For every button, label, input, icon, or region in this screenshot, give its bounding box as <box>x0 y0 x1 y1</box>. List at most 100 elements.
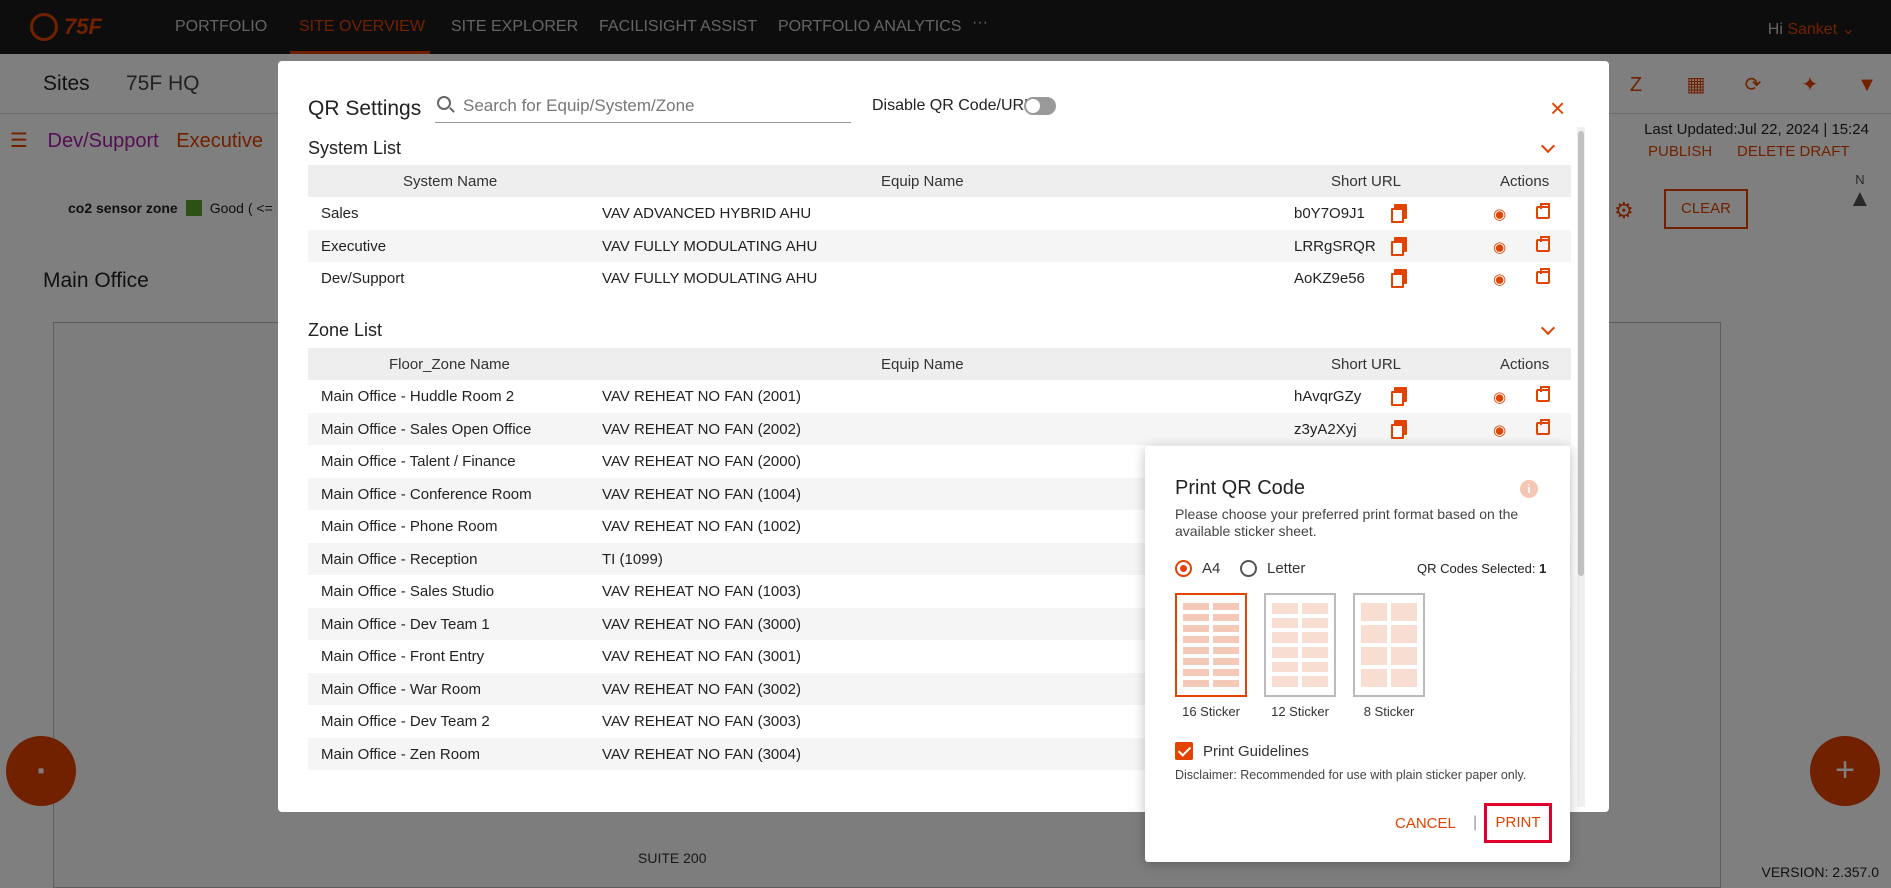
row-name: Main Office - Conference Room <box>321 485 532 503</box>
eye-icon[interactable]: ◉ <box>1493 238 1506 256</box>
table-row[interactable]: Dev/Support VAV FULLY MODULATING AHU AoKZ9… <box>308 262 1571 294</box>
printer-icon[interactable] <box>1536 418 1550 435</box>
table-row[interactable]: Sales VAV ADVANCED HYBRID AHU b0Y7O9J1 ◉ <box>308 197 1571 229</box>
col-floor-zone-name: Floor_Zone Name <box>389 356 510 373</box>
row-equip-name: VAV REHEAT NO FAN (3003) <box>602 713 801 730</box>
row-equip-name: VAV REHEAT NO FAN (1004) <box>602 485 801 503</box>
print-button[interactable]: PRINT <box>1484 803 1552 843</box>
table-row[interactable]: Executive VAV FULLY MODULATING AHU LRRgSRQ… <box>308 229 1571 262</box>
row-name: Main Office - Talent / Finance <box>321 453 516 470</box>
print-guidelines-checkbox[interactable] <box>1175 742 1193 760</box>
row-equip-name: VAV REHEAT NO FAN (1002) <box>602 518 801 535</box>
table-row[interactable]: Main Office - Huddle Room 2 VAV REHEAT NO… <box>308 380 1571 412</box>
row-name: Main Office - Dev Team 2 <box>321 713 490 730</box>
row-equip-name: VAV REHEAT NO FAN (3000) <box>602 615 801 633</box>
row-name: Main Office - Zen Room <box>321 745 480 763</box>
eye-icon[interactable]: ◉ <box>1493 270 1506 288</box>
close-icon[interactable]: × <box>1550 95 1565 121</box>
row-equip-name: VAV REHEAT NO FAN (3002) <box>602 680 801 698</box>
col-equip-name: Equip Name <box>881 356 964 373</box>
row-equip-name: VAV ADVANCED HYBRID AHU <box>602 205 812 222</box>
row-equip-name: VAV REHEAT NO FAN (2000) <box>602 453 801 470</box>
col-actions: Actions <box>1500 356 1550 373</box>
row-name: Main Office - Dev Team 1 <box>321 615 490 633</box>
row-equip-name: VAV REHEAT NO FAN (2001) <box>602 388 801 405</box>
copy-icon[interactable] <box>1391 387 1407 406</box>
row-name: Main Office - Front Entry <box>321 648 485 665</box>
copy-icon[interactable] <box>1391 419 1407 439</box>
chevron-down-icon[interactable] <box>1540 138 1556 154</box>
row-equip-name: VAV REHEAT NO FAN (3001) <box>602 648 801 665</box>
col-equip-name: Equip Name <box>881 173 964 190</box>
row-equip-name: VAV REHEAT NO FAN (2002) <box>602 420 801 438</box>
radio-a4-label[interactable]: A4 <box>1202 560 1220 577</box>
disclaimer-text: Disclaimer: Recommended for use with pla… <box>1175 768 1527 782</box>
search-icon <box>437 96 451 110</box>
copy-icon[interactable] <box>1391 236 1407 256</box>
eye-icon[interactable]: ◉ <box>1493 205 1506 223</box>
printer-icon[interactable] <box>1536 386 1550 402</box>
print-qr-dialog: Print QR Code i Please choose your prefe… <box>1145 446 1570 862</box>
sheet-16-label: 16 Sticker <box>1182 704 1240 719</box>
col-actions: Actions <box>1500 173 1550 190</box>
sheet-16-sticker[interactable] <box>1175 593 1247 697</box>
qr-selected-label: QR Codes Selected: <box>1417 561 1536 576</box>
button-separator: | <box>1473 814 1478 831</box>
copy-icon[interactable] <box>1391 204 1407 223</box>
chevron-down-icon[interactable] <box>1540 320 1556 336</box>
row-equip-name: TI (1099) <box>602 550 663 568</box>
eye-icon[interactable]: ◉ <box>1493 421 1506 439</box>
print-guidelines-label[interactable]: Print Guidelines <box>1203 743 1309 760</box>
qr-codes-selected: QR Codes Selected: 1 <box>1417 561 1546 576</box>
eye-icon[interactable]: ◉ <box>1493 388 1506 406</box>
sheet-12-label: 12 Sticker <box>1271 704 1329 719</box>
row-name: Main Office - Reception <box>321 550 478 568</box>
search-input[interactable] <box>463 93 843 119</box>
print-dialog-title: Print QR Code <box>1175 477 1306 499</box>
cancel-button[interactable]: CANCEL <box>1395 815 1456 832</box>
info-icon[interactable]: i <box>1520 480 1538 498</box>
row-equip-name: VAV REHEAT NO FAN (3004) <box>602 745 801 763</box>
row-short-url[interactable]: b0Y7O9J1 <box>1294 205 1365 222</box>
row-name: Main Office - War Room <box>321 680 482 698</box>
sheet-8-label: 8 Sticker <box>1363 704 1415 719</box>
sheet-12-sticker[interactable] <box>1264 593 1336 697</box>
copy-icon[interactable] <box>1391 269 1407 288</box>
row-equip-name: VAV REHEAT NO FAN (1003) <box>602 583 801 600</box>
row-short-url[interactable]: z3yA2Xyj <box>1294 421 1357 438</box>
row-name: Main Office - Sales Open Office <box>321 420 532 438</box>
search-box <box>435 91 851 123</box>
row-name: Main Office - Huddle Room 2 <box>321 388 515 405</box>
row-name: Executive <box>321 237 387 255</box>
modal-scrollbar-thumb[interactable] <box>1578 131 1584 576</box>
radio-letter-label[interactable]: Letter <box>1267 560 1305 577</box>
disable-qr-label: Disable QR Code/URL <box>872 97 1033 114</box>
printer-icon[interactable] <box>1536 268 1550 284</box>
sheet-8-sticker[interactable] <box>1353 593 1425 697</box>
modal-title: QR Settings <box>308 97 422 120</box>
qr-selected-count: 1 <box>1539 561 1547 576</box>
printer-icon[interactable] <box>1536 235 1550 252</box>
row-equip-name: VAV FULLY MODULATING AHU <box>602 270 818 287</box>
row-name: Main Office - Sales Studio <box>321 583 495 600</box>
col-short-url: Short URL <box>1331 173 1402 190</box>
row-name: Dev/Support <box>321 270 405 287</box>
table-row[interactable]: Main Office - Sales Open Office VAV REHEA… <box>308 412 1571 445</box>
row-short-url[interactable]: hAvqrGZy <box>1294 388 1361 405</box>
col-system-name: System Name <box>403 173 498 190</box>
print-dialog-description: Please choose your preferred print forma… <box>1175 506 1519 539</box>
zone-list-title: Zone List <box>308 320 383 340</box>
disable-qr-toggle[interactable] <box>1024 97 1056 115</box>
row-short-url[interactable]: AoKZ9e56 <box>1294 270 1365 287</box>
radio-letter[interactable] <box>1240 560 1257 577</box>
system-table-header: System Name Equip Name Short URL Actions <box>308 165 1571 197</box>
row-equip-name: VAV FULLY MODULATING AHU <box>602 237 818 255</box>
row-name: Main Office - Phone Room <box>321 518 498 535</box>
row-name: Sales <box>321 205 359 222</box>
zone-table-header: Floor_Zone Name Equip Name Short URL Act… <box>308 348 1571 380</box>
radio-a4[interactable] <box>1175 560 1192 577</box>
col-short-url: Short URL <box>1331 356 1402 373</box>
printer-icon[interactable] <box>1536 203 1550 219</box>
system-list-title: System List <box>308 138 402 158</box>
row-short-url[interactable]: LRRgSRQR <box>1294 238 1376 255</box>
